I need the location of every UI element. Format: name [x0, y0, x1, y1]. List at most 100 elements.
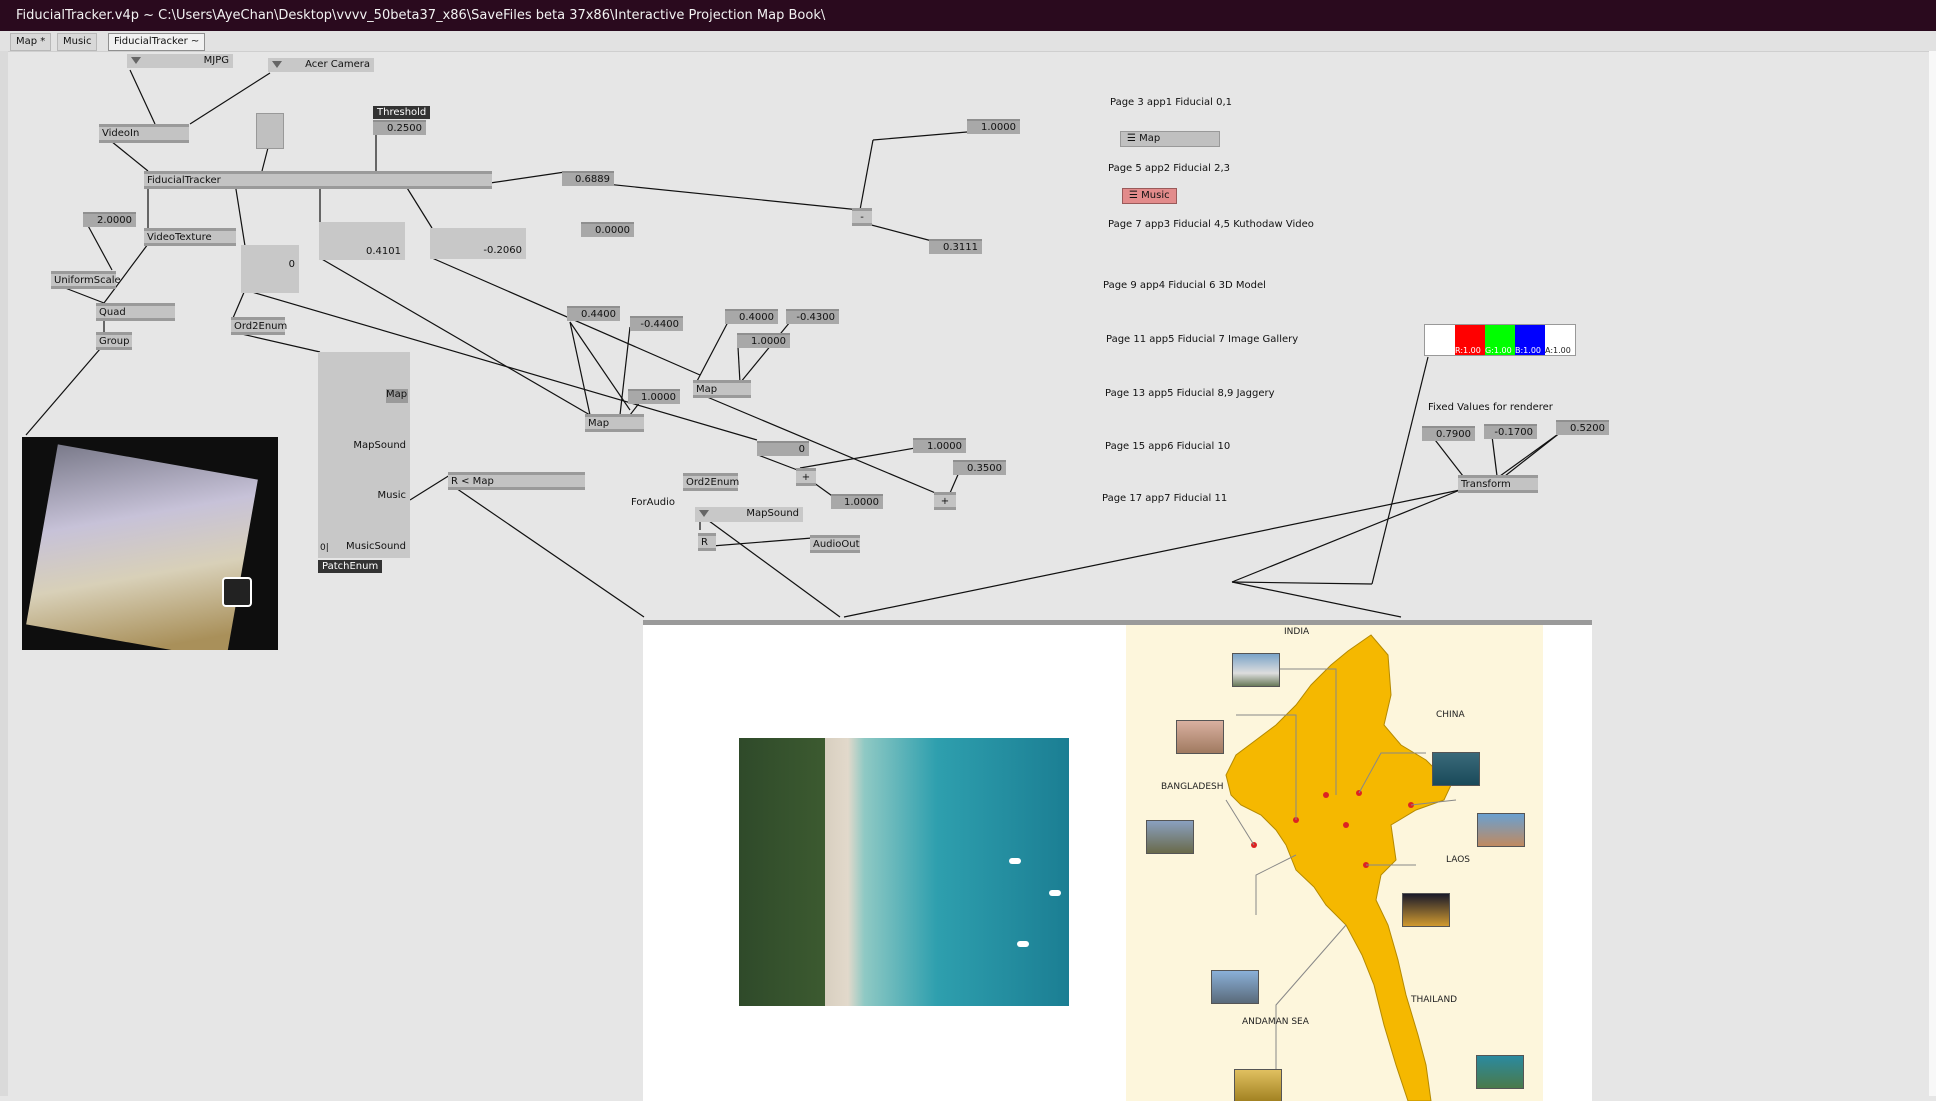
photo-thumbnail[interactable]	[1232, 653, 1280, 687]
color-swatch-white	[1425, 325, 1455, 355]
ord2enum-node[interactable]: Ord2Enum	[231, 317, 287, 335]
map-button[interactable]: ☰ Map	[1120, 131, 1220, 147]
uniformscale-node[interactable]: UniformScale	[51, 271, 121, 289]
country-label-thailand: THAILAND	[1411, 995, 1458, 1005]
beach-video-frame	[739, 738, 1069, 1006]
page-label-5: Page 5 app2 Fiducial 2,3	[1108, 163, 1231, 174]
photo-thumbnail[interactable]	[1211, 970, 1259, 1004]
patch-item-map[interactable]: Map	[386, 389, 408, 403]
photo-thumbnail[interactable]	[1146, 820, 1194, 854]
tab-music[interactable]: Music	[57, 33, 98, 51]
value-1-0000-top[interactable]: 1.0000	[967, 119, 1020, 134]
value-neg-0-4300[interactable]: -0.4300	[786, 309, 839, 324]
color-swatch-blue: B:1.00	[1515, 325, 1545, 355]
country-label-bangladesh: BANGLADESH	[1161, 782, 1224, 792]
value-box-neg-0-2060[interactable]: -0.2060	[430, 228, 526, 259]
patch-item-mapsound[interactable]: MapSound	[353, 440, 406, 451]
boat-icon	[1017, 941, 1029, 947]
receive-node[interactable]: R	[698, 533, 716, 551]
color-swatch-alpha: A:1.00	[1545, 325, 1575, 355]
plus-node-2[interactable]: +	[934, 492, 956, 510]
tab-map[interactable]: Map *	[10, 33, 52, 51]
country-label-china: CHINA	[1436, 710, 1465, 720]
patch-enum-list[interactable]: Map MapSound Music MusicSound 0|	[318, 352, 410, 558]
for-audio-label: ForAudio	[631, 497, 676, 508]
value-0-3500[interactable]: 0.3500	[953, 460, 1006, 475]
audioout-node[interactable]: AudioOut	[810, 535, 860, 553]
mapsound-selector[interactable]: MapSound	[695, 507, 803, 522]
page-label-11: Page 11 app5 Fiducial 7 Image Gallery	[1106, 334, 1299, 345]
photo-thumbnail[interactable]	[1234, 1069, 1282, 1101]
receive-map-node[interactable]: R < Map	[448, 472, 585, 490]
fixed-values-label: Fixed Values for renderer	[1428, 402, 1553, 413]
color-picker[interactable]: R:1.00 G:1.00 B:1.00 A:1.00	[1424, 324, 1576, 356]
color-swatch-green: G:1.00	[1485, 325, 1515, 355]
photo-thumbnail[interactable]	[1402, 893, 1450, 927]
value-box-0-4101[interactable]: 0.4101	[319, 222, 405, 260]
country-label-laos: LAOS	[1446, 855, 1471, 865]
group-node[interactable]: Group	[96, 332, 132, 350]
page-label-17: Page 17 app7 Fiducial 11	[1102, 493, 1228, 504]
photo-thumbnail[interactable]	[1477, 813, 1525, 847]
threshold-value[interactable]: 0.2500	[373, 120, 426, 135]
dropdown-arrow-icon	[699, 509, 709, 517]
myanmar-map: INDIA CHINA BANGLADESH LAOS THAILAND AND…	[1126, 625, 1543, 1101]
patchenum-label: PatchEnum	[318, 560, 383, 573]
music-button[interactable]: ☰ Music	[1122, 188, 1177, 204]
transform-node[interactable]: Transform	[1458, 475, 1538, 493]
boat-icon	[1009, 858, 1021, 864]
window-title: FiducialTracker.v4p ~ C:\Users\AyeChan\D…	[16, 8, 826, 23]
quad-node[interactable]: Quad	[96, 303, 175, 321]
value-0-0000[interactable]: 0.0000	[581, 222, 634, 237]
fiducialtracker-node[interactable]: FiducialTracker	[144, 171, 492, 189]
value-1-0000-a[interactable]: 1.0000	[628, 389, 680, 404]
value-1-0000-b[interactable]: 1.0000	[737, 333, 790, 348]
photo-thumbnail[interactable]	[1432, 752, 1480, 786]
title-bar: FiducialTracker.v4p ~ C:\Users\AyeChan\D…	[0, 0, 1936, 31]
photo-thumbnail[interactable]	[1476, 1055, 1524, 1089]
camera-preview	[22, 437, 278, 650]
patch-item-music[interactable]: Music	[378, 490, 406, 501]
page-label-7: Page 7 app3 Fiducial 4,5 Kuthodaw Video	[1108, 219, 1314, 230]
color-swatch-red: R:1.00	[1455, 325, 1485, 355]
plus-node-1[interactable]: +	[796, 468, 816, 486]
map-node-a[interactable]: Map	[585, 414, 644, 432]
fixed-value-3[interactable]: 0.5200	[1556, 420, 1609, 435]
threshold-label: Threshold	[373, 106, 431, 119]
menu-icon: ☰	[1127, 133, 1140, 144]
table-surface	[26, 444, 258, 650]
value-zero-small[interactable]: 0	[757, 441, 809, 456]
value-0-6889[interactable]: 0.6889	[562, 171, 614, 186]
tab-fiducialtracker[interactable]: FiducialTracker ~	[108, 33, 206, 51]
value-neg-0-4400[interactable]: -0.4400	[630, 316, 683, 331]
camera-selector[interactable]: Acer Camera	[268, 58, 374, 72]
myanmar-shape	[1225, 634, 1457, 1101]
scrollbar[interactable]	[1929, 51, 1936, 1096]
renderer-window[interactable]: INDIA CHINA BANGLADESH LAOS THAILAND AND…	[643, 620, 1592, 1101]
patch-item-musicsound[interactable]: MusicSound	[346, 541, 406, 552]
page-label-3: Page 3 app1 Fiducial 0,1	[1110, 97, 1233, 108]
value-0-4000[interactable]: 0.4000	[725, 309, 778, 324]
fiducial-marker-icon	[222, 577, 252, 607]
minus-node[interactable]: -	[852, 208, 872, 226]
value-1-0000-d[interactable]: 1.0000	[831, 494, 883, 509]
scale-value[interactable]: 2.0000	[83, 212, 136, 227]
ord2enum-node-2[interactable]: Ord2Enum	[683, 473, 739, 491]
tab-bar: Map * Music FiducialTracker ~	[0, 31, 1936, 52]
value-0-4400[interactable]: 0.4400	[567, 306, 620, 321]
left-gutter	[0, 51, 8, 1096]
fixed-value-2[interactable]: -0.1700	[1484, 424, 1537, 439]
videotexture-node[interactable]: VideoTexture	[144, 228, 236, 246]
page-label-13: Page 13 app5 Fiducial 8,9 Jaggery	[1105, 388, 1275, 399]
value-box-zero[interactable]: 0	[241, 245, 299, 293]
toggle-button[interactable]	[256, 113, 284, 149]
value-0-3111[interactable]: 0.3111	[929, 239, 982, 254]
value-1-0000-c[interactable]: 1.0000	[913, 438, 966, 453]
page-label-15: Page 15 app6 Fiducial 10	[1105, 441, 1231, 452]
photo-thumbnail[interactable]	[1176, 720, 1224, 754]
map-node-b[interactable]: Map	[693, 380, 751, 398]
patch-index: 0|	[320, 543, 329, 553]
mjpg-selector[interactable]: MJPG	[127, 54, 233, 68]
fixed-value-1[interactable]: 0.7900	[1422, 426, 1475, 441]
videoin-node[interactable]: VideoIn	[99, 124, 189, 143]
